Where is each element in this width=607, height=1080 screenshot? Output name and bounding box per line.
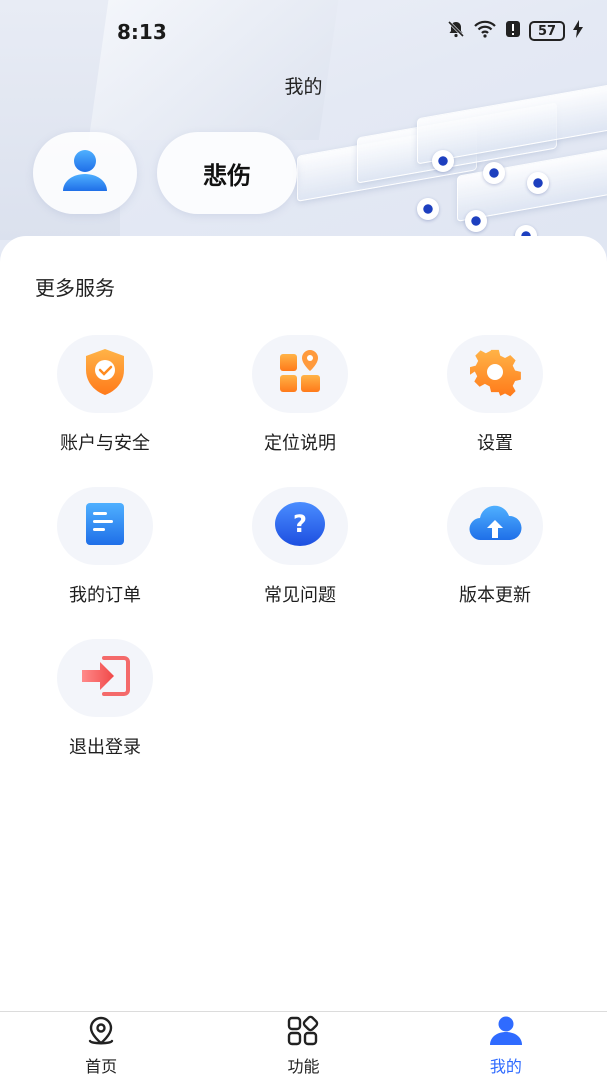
- svg-text:?: ?: [293, 510, 307, 538]
- charging-icon: [573, 20, 583, 42]
- mute-bell-icon: [447, 20, 465, 42]
- service-version-update[interactable]: 版本更新: [395, 487, 595, 617]
- battery-indicator: 57: [529, 21, 565, 41]
- shield-icon: [79, 346, 131, 402]
- service-location-info[interactable]: 定位说明: [200, 335, 400, 465]
- status-icons: 57: [447, 20, 583, 42]
- avatar[interactable]: [33, 132, 137, 214]
- document-icon: [82, 499, 128, 553]
- user-avatar-icon: [59, 147, 111, 199]
- alert-icon: [505, 20, 521, 42]
- service-label: 常见问题: [264, 585, 336, 606]
- bottom-nav: 首页 功能 我的: [0, 1011, 607, 1080]
- page-title: 我的: [284, 76, 323, 98]
- section-title: 更多服务: [35, 276, 115, 300]
- service-faq[interactable]: ? 常见问题: [200, 487, 400, 617]
- username[interactable]: 悲伤: [157, 132, 297, 214]
- map-pin-icon: [85, 1015, 117, 1051]
- service-label: 设置: [477, 433, 513, 454]
- service-logout[interactable]: 退出登录: [5, 639, 205, 769]
- apps-icon: [286, 1015, 320, 1051]
- status-time: 8:13: [117, 20, 167, 44]
- gear-icon: [469, 346, 521, 402]
- service-account-security[interactable]: 账户与安全: [5, 335, 205, 465]
- nav-features[interactable]: 功能: [202, 1012, 404, 1080]
- service-my-orders[interactable]: 我的订单: [5, 487, 205, 617]
- nav-home[interactable]: 首页: [0, 1012, 202, 1080]
- status-bar: 8:13 57: [0, 0, 607, 62]
- nav-label: 功能: [287, 1057, 320, 1076]
- location-grid-icon: [276, 348, 324, 400]
- service-label: 账户与安全: [60, 433, 150, 454]
- wifi-icon: [473, 20, 497, 42]
- user-icon: [486, 1015, 526, 1051]
- nav-label: 我的: [489, 1057, 522, 1076]
- logout-icon: [78, 654, 132, 702]
- services-card: 更多服务 账户与安全 定位说明 设置 我的订单 ? 常见问题 版本更新 退出登录: [0, 236, 607, 1012]
- service-label: 退出登录: [69, 737, 141, 758]
- service-settings[interactable]: 设置: [395, 335, 595, 465]
- question-icon: ?: [273, 499, 327, 553]
- service-label: 定位说明: [264, 433, 336, 454]
- cloud-upload-icon: [467, 502, 523, 550]
- service-label: 版本更新: [459, 585, 531, 606]
- service-label: 我的订单: [69, 585, 141, 606]
- nav-mine[interactable]: 我的: [405, 1012, 607, 1080]
- nav-label: 首页: [85, 1057, 118, 1076]
